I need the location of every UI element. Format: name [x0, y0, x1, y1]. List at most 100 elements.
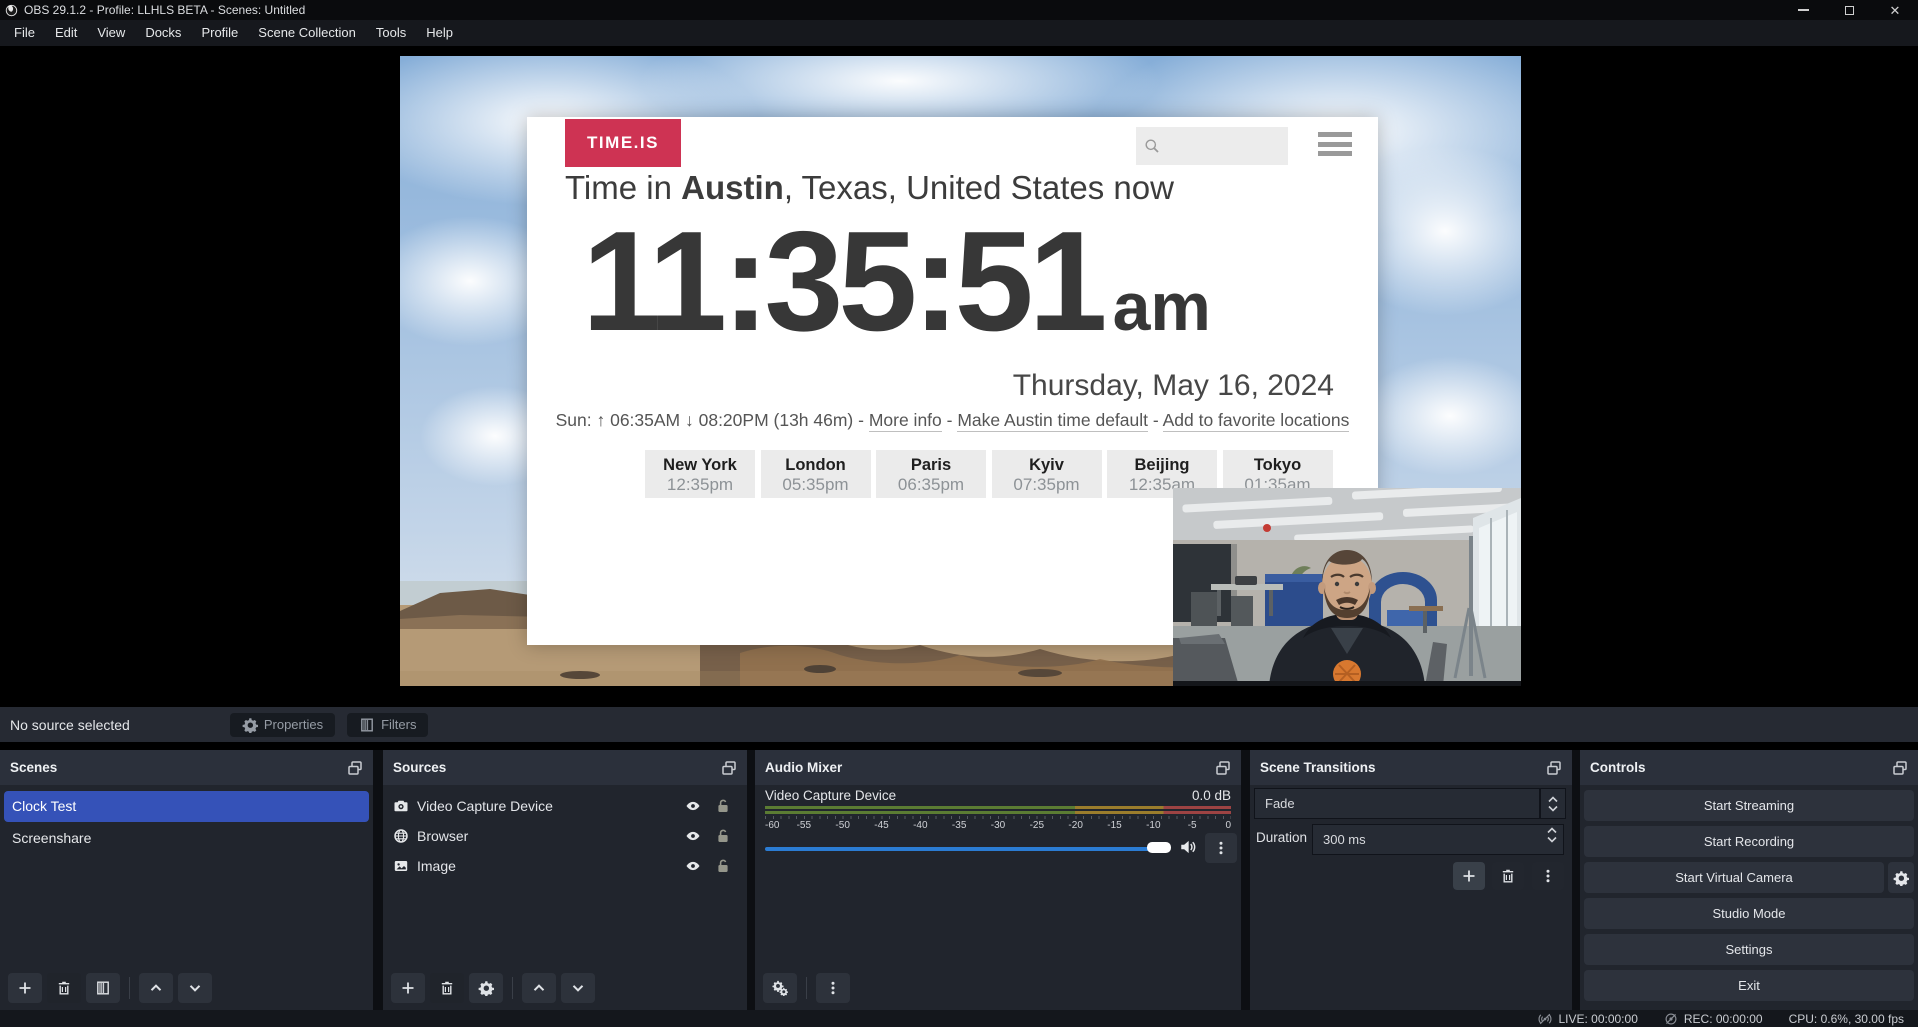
city-clock-london: London05:35pm: [761, 450, 871, 498]
toolbar-separator: [129, 977, 130, 999]
volume-slider-handle[interactable]: [1147, 842, 1171, 853]
remove-source-button[interactable]: [430, 973, 464, 1003]
unlock-icon[interactable]: [715, 858, 731, 874]
start-streaming-button[interactable]: Start Streaming: [1584, 790, 1914, 821]
window-controls: ✕: [1780, 0, 1918, 20]
chevron-down-icon: [1548, 805, 1558, 812]
exit-button[interactable]: Exit: [1584, 970, 1914, 1001]
menu-scene-collection[interactable]: Scene Collection: [248, 20, 366, 46]
source-item-image[interactable]: Image: [383, 851, 747, 881]
menu-profile[interactable]: Profile: [191, 20, 248, 46]
volume-slider-track[interactable]: [765, 847, 1165, 851]
popout-icon[interactable]: [347, 760, 363, 776]
sources-panel-header: Sources: [383, 750, 747, 785]
properties-button[interactable]: Properties: [230, 713, 335, 737]
source-label: Image: [417, 858, 456, 874]
duration-label: Duration: [1256, 830, 1307, 845]
duration-spinbox[interactable]: 300 ms: [1312, 824, 1564, 855]
transition-buttons: [1250, 862, 1572, 890]
obs-main-window: OBS 29.1.2 - Profile: LLHLS BETA - Scene…: [0, 0, 1918, 1027]
meter-scale-label: -15: [1107, 820, 1121, 831]
move-source-up-button[interactable]: [522, 973, 556, 1003]
add-transition-button[interactable]: [1453, 862, 1485, 890]
remove-transition-button[interactable]: [1492, 862, 1524, 890]
selection-status-text: No source selected: [10, 717, 130, 733]
start-recording-button[interactable]: Start Recording: [1584, 826, 1914, 857]
scene-item-clock-test[interactable]: Clock Test: [4, 791, 369, 822]
popout-icon[interactable]: [721, 760, 737, 776]
add-scene-button[interactable]: [8, 973, 42, 1003]
mixer-menu-button[interactable]: [816, 973, 850, 1003]
filters-button[interactable]: Filters: [347, 713, 428, 737]
studio-mode-button[interactable]: Studio Mode: [1584, 898, 1914, 929]
timeis-date: Thursday, May 16, 2024: [1013, 369, 1334, 403]
menu-edit[interactable]: Edit: [45, 20, 87, 46]
timeis-link: More info: [869, 410, 942, 432]
settings-button[interactable]: Settings: [1584, 934, 1914, 965]
meter-scale-label: -45: [874, 820, 888, 831]
globe-icon: [393, 828, 409, 844]
remove-scene-button[interactable]: [47, 973, 81, 1003]
maximize-button[interactable]: [1826, 0, 1872, 20]
scene-filters-button[interactable]: [86, 973, 120, 1003]
transition-select[interactable]: Fade: [1254, 788, 1540, 819]
timeis-sun-info: Sun: ↑ 06:35AM ↓ 08:20PM (13h 46m) - Mor…: [527, 410, 1378, 431]
menu-tools[interactable]: Tools: [366, 20, 416, 46]
eye-icon[interactable]: [685, 858, 701, 874]
sources-toolbar: [383, 972, 747, 1004]
transition-menu-button[interactable]: [1532, 862, 1564, 890]
meter-scale-label: -10: [1146, 820, 1160, 831]
status-bar: LIVE: 00:00:00 REC: 00:00:00 CPU: 0.6%, …: [0, 1010, 1918, 1027]
transition-select-arrows[interactable]: [1540, 788, 1566, 819]
live-status: LIVE: 00:00:00: [1538, 1012, 1637, 1026]
meter-scale: -60-55-50-45-40-35-30-25-20-15-10-50: [765, 820, 1231, 832]
gear-icon: [1893, 870, 1909, 886]
source-label: Video Capture Device: [417, 798, 553, 814]
source-item-video-capture-device[interactable]: Video Capture Device: [383, 791, 747, 821]
menu-file[interactable]: File: [4, 20, 45, 46]
mixer-toolbar: [755, 972, 1241, 1004]
city-clock-kyiv: Kyiv07:35pm: [992, 450, 1102, 498]
mixer-channel-name: Video Capture Device: [765, 788, 896, 803]
meter-scale-label: -55: [797, 820, 811, 831]
mixer-level-value: 0.0 dB: [1192, 788, 1231, 803]
eye-icon[interactable]: [685, 828, 701, 844]
menu-help[interactable]: Help: [416, 20, 463, 46]
popout-icon[interactable]: [1892, 760, 1908, 776]
unlock-icon[interactable]: [715, 798, 731, 814]
meter-scale-label: -40: [913, 820, 927, 831]
volume-meter-left: [765, 806, 1231, 809]
timeis-link: Make Austin time default: [957, 410, 1148, 432]
add-source-button[interactable]: [391, 973, 425, 1003]
speaker-icon[interactable]: [1179, 838, 1197, 856]
image-icon: [393, 858, 409, 874]
mixer-channel-menu-button[interactable]: [1205, 833, 1237, 863]
hamburger-menu-icon: [1318, 132, 1352, 161]
scene-item-screenshare[interactable]: Screenshare: [4, 823, 369, 854]
move-scene-up-button[interactable]: [139, 973, 173, 1003]
menu-view[interactable]: View: [87, 20, 135, 46]
gear-icon: [242, 717, 258, 733]
virtual-camera-settings-button[interactable]: [1888, 862, 1914, 893]
move-source-down-button[interactable]: [561, 973, 595, 1003]
source-item-browser[interactable]: Browser: [383, 821, 747, 851]
start-virtual-camera-button[interactable]: Start Virtual Camera: [1584, 862, 1884, 893]
close-button[interactable]: ✕: [1872, 0, 1918, 20]
minimize-button[interactable]: [1780, 0, 1826, 20]
move-scene-down-button[interactable]: [178, 973, 212, 1003]
unlock-icon[interactable]: [715, 828, 731, 844]
eye-icon[interactable]: [685, 798, 701, 814]
popout-icon[interactable]: [1546, 760, 1562, 776]
timeis-link: Add to favorite locations: [1163, 410, 1350, 432]
meter-scale-label: -30: [991, 820, 1005, 831]
advanced-audio-properties-button[interactable]: [763, 973, 797, 1003]
menu-docks[interactable]: Docks: [135, 20, 191, 46]
controls-panel: Controls Start StreamingStart RecordingS…: [1580, 750, 1918, 1010]
popout-icon[interactable]: [1215, 760, 1231, 776]
minimize-icon: [1798, 9, 1809, 11]
city-clock-new-york: New York12:35pm: [645, 450, 755, 498]
source-properties-button[interactable]: [469, 973, 503, 1003]
preview-canvas[interactable]: TIME.IS Time in Austin, Texas, United St…: [400, 56, 1521, 686]
sources-panel: Sources Video Capture Device Browser Image: [383, 750, 747, 1010]
duration-spin-arrows[interactable]: [1547, 827, 1557, 843]
